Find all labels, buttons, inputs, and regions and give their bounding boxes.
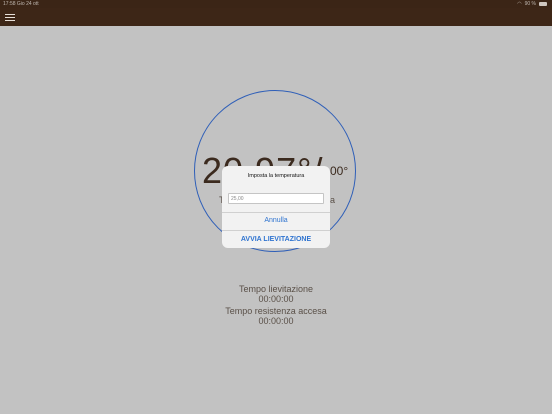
cancel-button[interactable]: Annulla <box>222 217 330 224</box>
status-bar: 17:58 Gio 24 ott ◠ 90 % <box>0 0 552 8</box>
temperature-input[interactable]: 25,00 <box>228 193 324 204</box>
leavening-time-label: Tempo lievitazione <box>238 284 314 294</box>
battery-icon <box>539 2 547 6</box>
obscured-label-right: a <box>330 195 336 205</box>
leavening-time-value: 00:00:00 <box>258 294 294 304</box>
nav-bar <box>0 8 552 26</box>
heater-time-label: Tempo resistenza accesa <box>225 306 327 316</box>
dialog-title: Imposta la temperatura <box>247 173 305 179</box>
target-temperature: 00° <box>330 164 349 178</box>
heater-time-value: 00:00:00 <box>258 316 294 326</box>
wifi-icon: ◠ <box>517 1 522 7</box>
temperature-dialog: Imposta la temperatura 25,00 Annulla AVV… <box>222 166 330 248</box>
start-leavening-button[interactable]: AVVIA LIEVITAZIONE <box>222 236 330 243</box>
divider <box>222 230 330 231</box>
battery-percent: 90 % <box>524 1 536 7</box>
status-time: 17:58 Gio 24 ott <box>3 1 39 7</box>
status-right: ◠ 90 % <box>517 0 547 8</box>
menu-icon[interactable] <box>5 14 15 22</box>
divider <box>222 212 330 213</box>
